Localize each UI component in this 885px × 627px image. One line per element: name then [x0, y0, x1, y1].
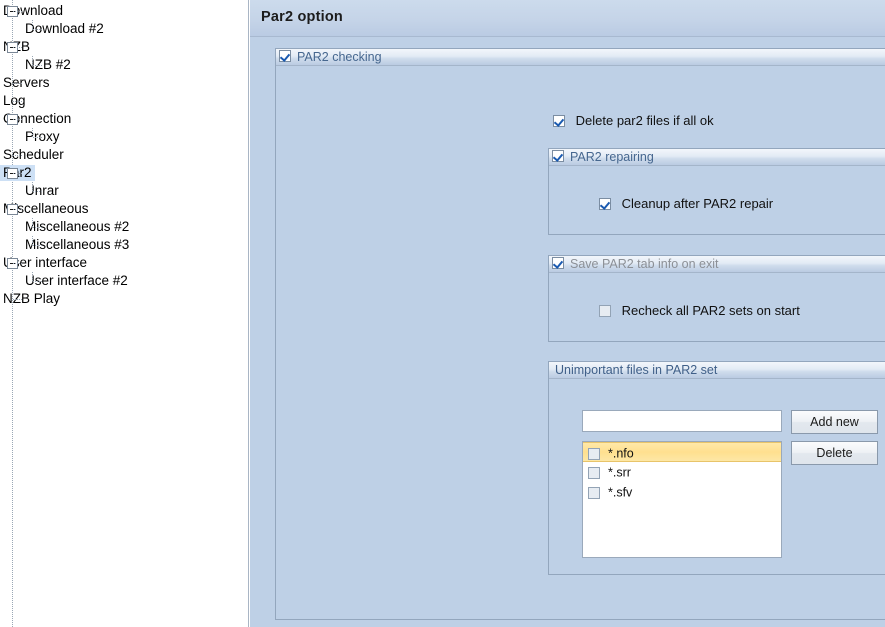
group-par2-checking-title: PAR2 checking — [297, 50, 382, 64]
sidebar-item-user-interface[interactable]: User interface — [0, 254, 248, 272]
sidebar-item-miscellaneous-2[interactable]: Miscellaneous #2 — [0, 218, 248, 236]
sidebar-item-par2[interactable]: Par2 — [0, 164, 248, 182]
sidebar-item-user-interface-2[interactable]: User interface #2 — [0, 272, 248, 290]
tree-guide-line — [32, 56, 33, 66]
option-cleanup-after-repair[interactable]: Cleanup after PAR2 repair — [599, 195, 773, 211]
sidebar-item-label: NZB #2 — [25, 57, 71, 73]
tree-branch-line — [13, 155, 22, 156]
sidebar-item-nzb[interactable]: NZB — [0, 38, 248, 56]
tree-root: DownloadDownload #2NZBNZB #2 ServersLogCo… — [0, 0, 248, 308]
tree-guide-line — [32, 182, 33, 192]
sidebar-item-label: Proxy — [25, 129, 60, 145]
option-recheck-all-sets[interactable]: Recheck all PAR2 sets on start — [599, 302, 800, 318]
sidebar-item-label: Scheduler — [3, 147, 64, 163]
group-par2-checking-header[interactable]: PAR2 checking — [276, 49, 885, 66]
sidebar-item-proxy[interactable]: Proxy — [0, 128, 248, 146]
tree-guide-line — [32, 128, 33, 138]
list-item-label: *.srr — [608, 465, 631, 480]
sidebar-item-label: Servers — [3, 75, 50, 91]
group-par2-repairing-checkbox[interactable] — [552, 150, 564, 162]
tree-branch-line — [33, 191, 42, 192]
tree-branch-line — [13, 101, 22, 102]
tree-branch-line — [33, 227, 42, 228]
tree-branch-line — [13, 299, 22, 300]
tree-guide-line — [32, 218, 33, 228]
list-item-checkbox[interactable] — [588, 466, 600, 479]
list-item-checkbox[interactable] — [588, 447, 600, 460]
sidebar-item-nzb-2[interactable]: NZB #2 — [0, 56, 248, 74]
tree-guide-line — [32, 20, 33, 30]
sidebar-item-connection[interactable]: Connection — [0, 110, 248, 128]
tree-branch-line — [33, 65, 42, 66]
sidebar-item-label: NZB Play — [3, 291, 61, 307]
unimportant-file-input[interactable] — [582, 410, 782, 432]
recheck-all-sets-checkbox[interactable] — [599, 304, 611, 317]
delete-button[interactable]: Delete — [791, 441, 878, 465]
sidebar-item-servers[interactable]: Servers — [0, 74, 248, 92]
sidebar-item-download-2[interactable]: Download #2 — [0, 20, 248, 38]
sidebar-item-miscellaneous-3[interactable]: Miscellaneous #3 — [0, 236, 248, 254]
list-item[interactable]: *.sfv — [583, 482, 781, 502]
group-par2-checking-checkbox[interactable] — [279, 50, 291, 62]
options-panel: Par2 option PAR2 checking Delete par2 fi… — [250, 0, 885, 627]
sidebar-item-unrar[interactable]: Unrar — [0, 182, 248, 200]
group-save-tab-info-checkbox[interactable] — [552, 257, 564, 269]
sidebar-item-scheduler[interactable]: Scheduler — [0, 146, 248, 164]
tree-branch-line — [13, 263, 22, 264]
tree-guide-line — [32, 272, 33, 282]
group-unimportant-files-title: Unimportant files in PAR2 set — [555, 363, 718, 377]
list-item-label: *.nfo — [608, 446, 634, 461]
group-par2-repairing: PAR2 repairing Cleanup after PAR2 repair — [548, 148, 885, 235]
delete-par2-files-checkbox[interactable] — [553, 114, 565, 127]
tree-branch-line — [33, 281, 42, 282]
sidebar-item-log[interactable]: Log — [0, 92, 248, 110]
group-par2-repairing-title: PAR2 repairing — [570, 150, 654, 164]
group-unimportant-files: Unimportant files in PAR2 set Add new De… — [548, 361, 885, 575]
panel-header: Par2 option — [250, 0, 885, 37]
tree-branch-line — [33, 245, 42, 246]
tree-branch-line — [13, 209, 22, 210]
cleanup-after-repair-label: Cleanup after PAR2 repair — [621, 196, 774, 212]
sidebar-item-miscellaneous[interactable]: Miscellaneous — [0, 200, 248, 218]
tree-branch-line — [13, 11, 22, 12]
tree-branch-line — [33, 137, 42, 138]
delete-par2-files-label: Delete par2 files if all ok — [575, 113, 714, 129]
group-save-tab-info: Save PAR2 tab info on exit Recheck all P… — [548, 255, 885, 342]
list-item-checkbox[interactable] — [588, 486, 600, 499]
group-par2-checking: PAR2 checking Delete par2 files if all o… — [275, 48, 885, 620]
group-save-tab-info-title: Save PAR2 tab info on exit — [570, 257, 719, 271]
tree-branch-line — [13, 83, 22, 84]
add-new-button[interactable]: Add new — [791, 410, 878, 434]
recheck-all-sets-label: Recheck all PAR2 sets on start — [621, 303, 800, 319]
settings-navigation-tree[interactable]: DownloadDownload #2NZBNZB #2 ServersLogCo… — [0, 0, 249, 627]
group-par2-repairing-header[interactable]: PAR2 repairing — [549, 149, 885, 166]
option-delete-par2-files[interactable]: Delete par2 files if all ok — [553, 112, 714, 128]
list-item-label: *.sfv — [608, 485, 633, 500]
settings-window: DownloadDownload #2NZBNZB #2 ServersLogCo… — [0, 0, 885, 627]
sidebar-item-download[interactable]: Download — [0, 2, 248, 20]
unimportant-files-list[interactable]: *.nfo *.srr *.sfv — [582, 441, 782, 558]
group-save-tab-info-header[interactable]: Save PAR2 tab info on exit — [549, 256, 885, 273]
list-item[interactable]: *.nfo — [583, 442, 781, 462]
tree-guide-line — [32, 236, 33, 246]
page-title: Par2 option — [261, 9, 343, 25]
cleanup-after-repair-checkbox[interactable] — [599, 197, 611, 210]
group-unimportant-files-header: Unimportant files in PAR2 set — [549, 362, 885, 379]
list-item[interactable]: *.srr — [583, 462, 781, 482]
tree-branch-line — [33, 29, 42, 30]
tree-branch-line — [13, 47, 22, 48]
tree-branch-line — [13, 173, 22, 174]
tree-branch-line — [13, 119, 22, 120]
sidebar-item-nzb-play[interactable]: NZB Play — [0, 290, 248, 308]
